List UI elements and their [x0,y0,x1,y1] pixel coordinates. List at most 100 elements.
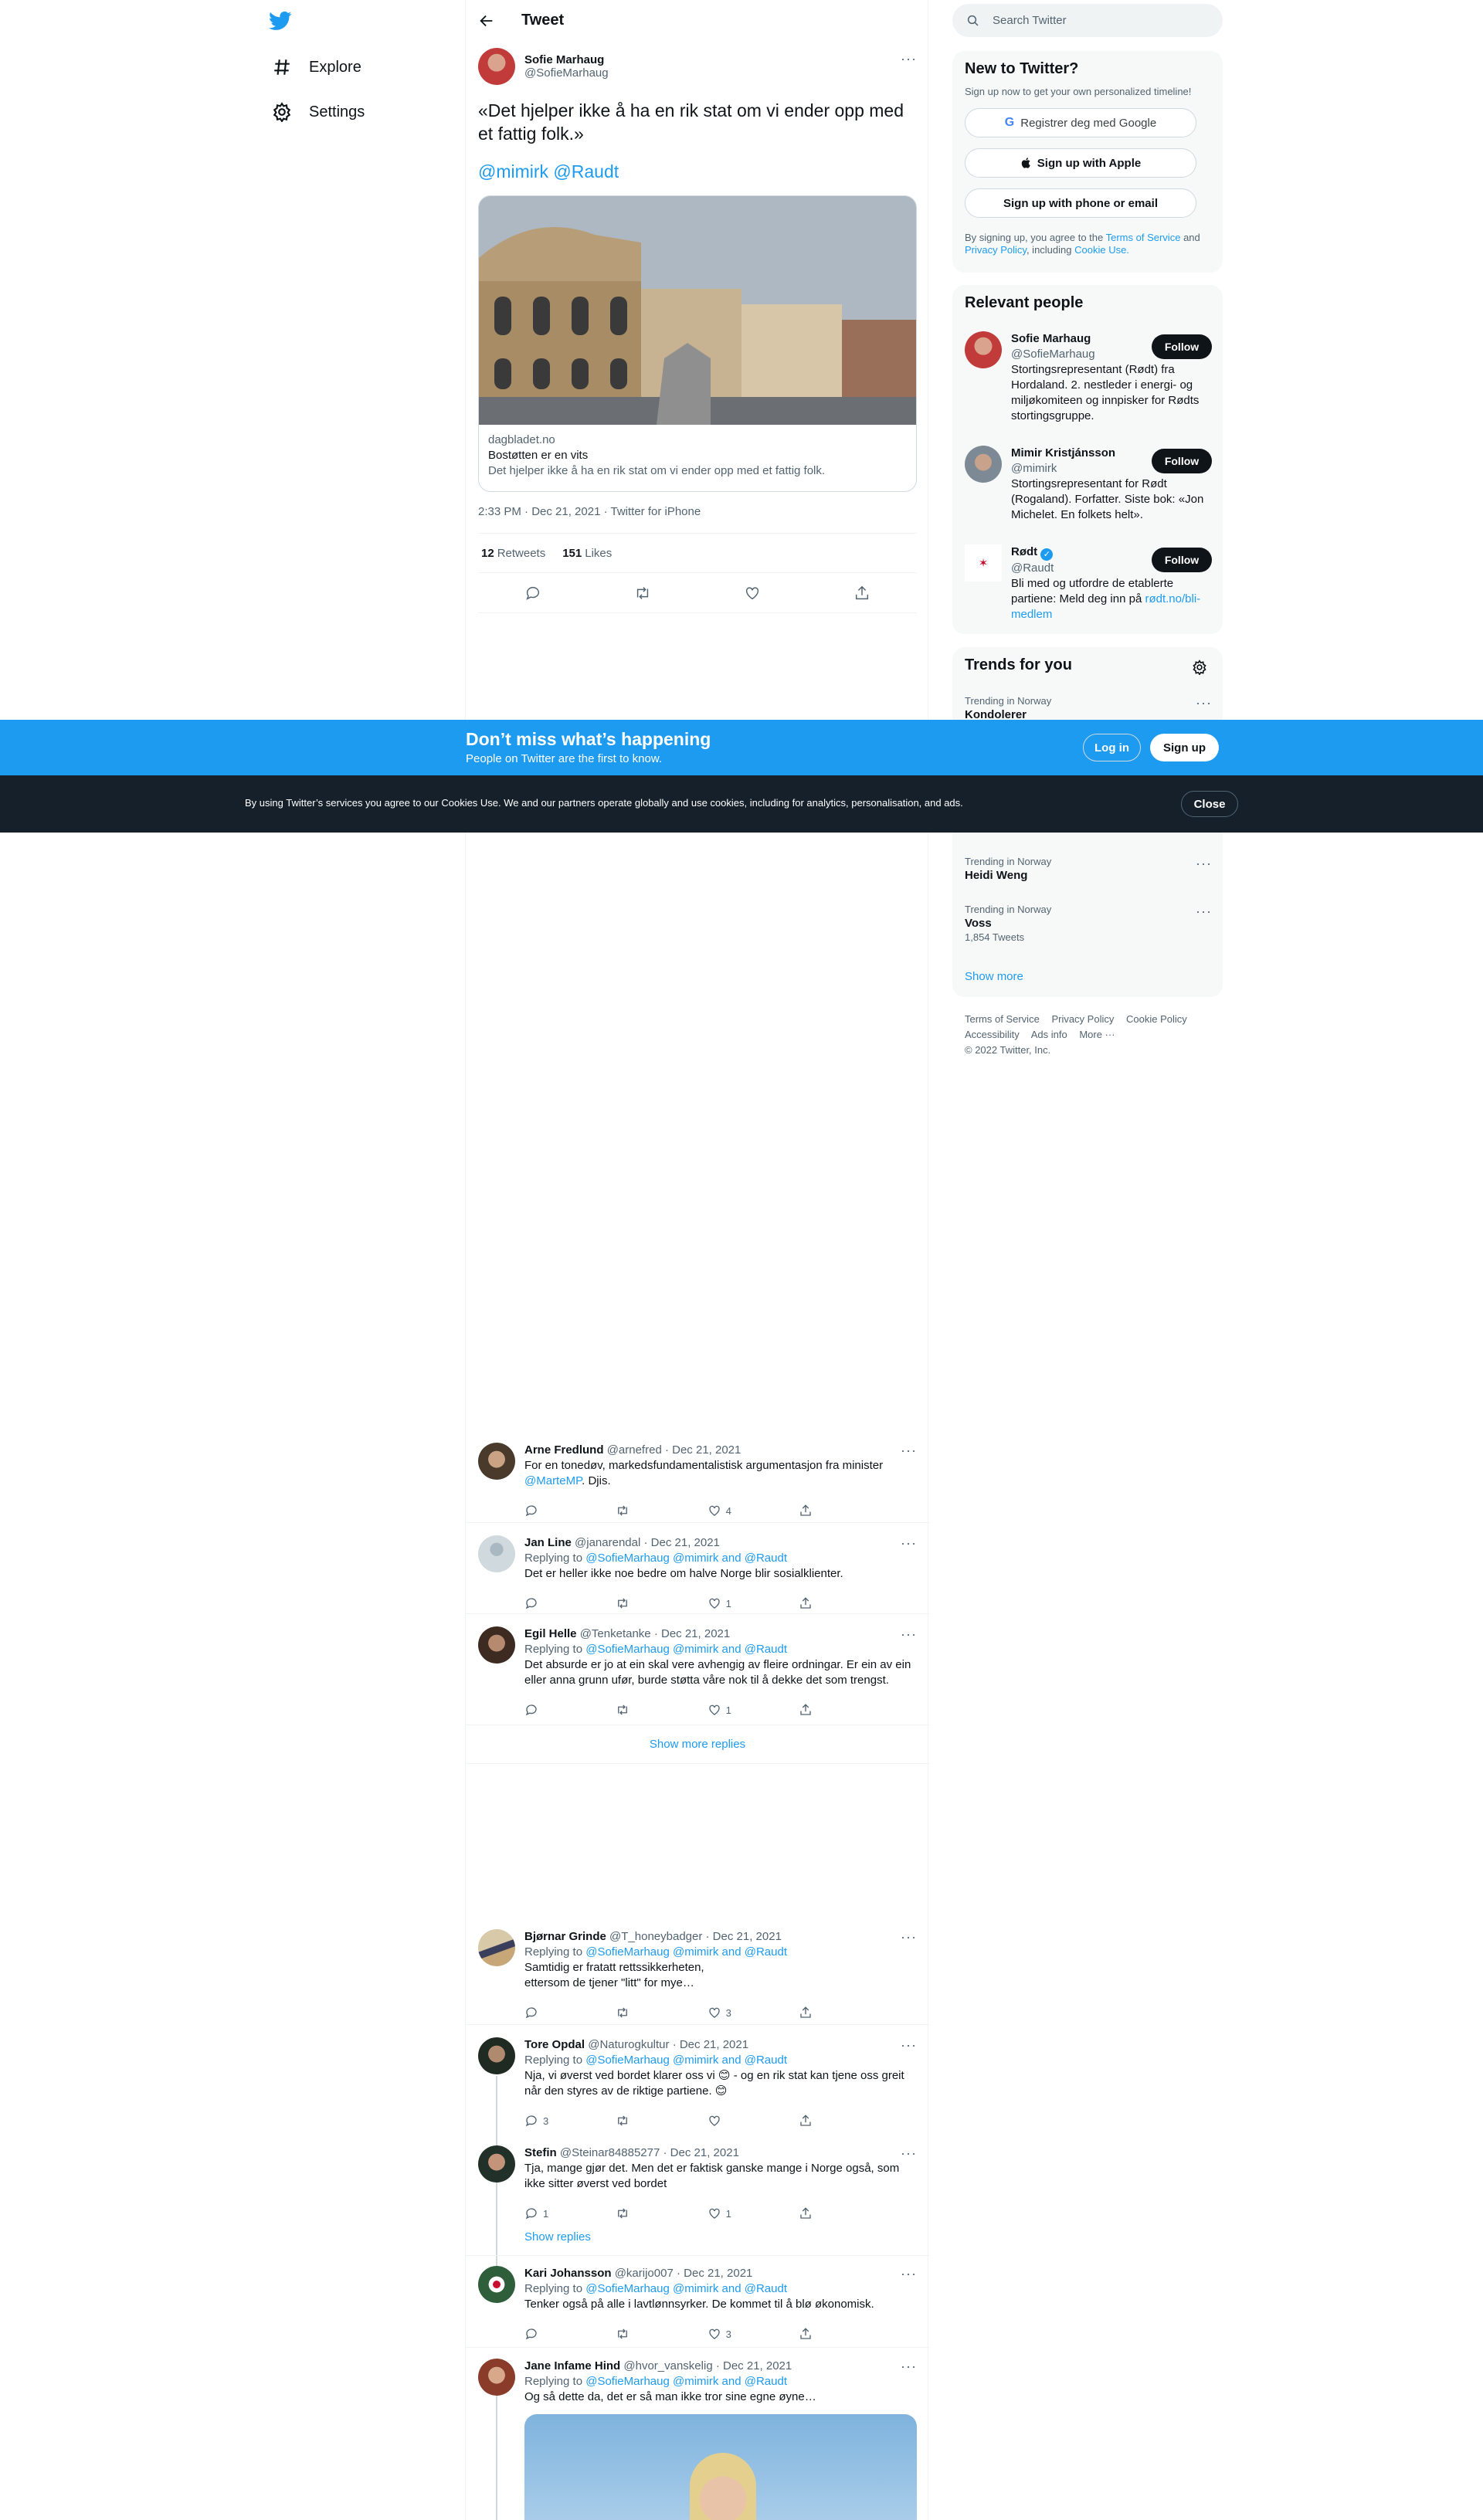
reply-author-handle[interactable]: @Naturogkultur [588,2038,669,2051]
more-icon[interactable]: ··· [901,2266,917,2282]
retweets-label[interactable]: Retweets [497,547,546,560]
rodt-logo-icon[interactable]: ✶ [965,544,1002,582]
reply-author-name[interactable]: Egil Helle [524,1627,577,1640]
reply-item[interactable]: Tore Opdal @Naturogkultur · Dec 21, 2021… [466,2028,929,2133]
reply-author-handle[interactable]: @karijo007 [615,2267,674,2280]
reply-author-name[interactable]: Bjørnar Grinde [524,1930,606,1943]
replying-to-links[interactable]: @SofieMarhaug @mimirk and @Raudt [585,1552,787,1565]
reply-button[interactable] [524,2322,579,2346]
reply-date[interactable]: · Dec 21, 2021 [665,1443,741,1457]
settings-gear-icon[interactable] [1192,660,1207,675]
apple-signup-button[interactable]: Sign up with Apple [965,148,1196,178]
reply-icon[interactable] [524,585,541,602]
more-icon[interactable]: ··· [901,2037,917,2054]
reply-item[interactable]: Kari Johansson @karijo007 · Dec 21, 2021… [466,2257,929,2348]
tweet-mentions[interactable]: @mimirk @Raudt [478,161,619,182]
footer-link[interactable]: Ads info [1031,1029,1067,1040]
reply-button[interactable] [524,1698,579,1722]
back-arrow-icon[interactable] [478,12,495,29]
reply-author-name[interactable]: Jane Infame Hind [524,2359,620,2372]
reply-media-image[interactable] [524,2414,917,2520]
reply-date[interactable]: · Dec 21, 2021 [644,1536,720,1549]
share-icon[interactable] [853,585,870,602]
reply-date[interactable]: · Dec 21, 2021 [663,2146,739,2159]
share-button[interactable] [799,2201,853,2226]
more-icon[interactable]: ··· [1196,695,1212,711]
author-handle[interactable]: @SofieMarhaug [524,66,609,80]
search-input[interactable]: Search Twitter [952,4,1223,37]
share-button[interactable] [799,2108,853,2133]
reply-item[interactable]: Jan Line @janarendal · Dec 21, 2021 Repl… [466,1526,929,1614]
retweets-count[interactable]: 12 [481,547,494,560]
reply-author-handle[interactable]: @Tenketanke [580,1627,651,1640]
follow-button[interactable]: Follow [1152,449,1212,473]
twitter-logo-icon[interactable] [269,9,292,32]
reply-author-handle[interactable]: @janarendal [575,1536,640,1549]
retweet-button[interactable] [616,2322,670,2346]
heart-icon[interactable] [744,585,761,602]
share-button[interactable] [799,1591,853,1616]
likes-label[interactable]: Likes [585,547,612,560]
reply-button[interactable] [524,1498,579,1523]
share-button[interactable] [799,1698,853,1722]
retweet-button[interactable] [616,1698,670,1722]
nav-explore[interactable]: Explore [272,56,361,79]
reply-button[interactable] [524,2000,579,2025]
reply-item[interactable]: Jane Infame Hind @hvor_vanskelig · Dec 2… [466,2349,929,2520]
follow-button[interactable]: Follow [1152,334,1212,359]
replying-to-links[interactable]: @SofieMarhaug @mimirk and @Raudt [585,1643,787,1656]
trend-item[interactable]: Trending in Norway Kondolerer ··· [965,695,1212,721]
person-item[interactable]: Mimir Kristjánsson @mimirk Stortingsrepr… [965,446,1212,523]
like-button[interactable]: 4 [708,1498,762,1523]
share-button[interactable] [799,2000,853,2025]
mention-link[interactable]: @MarteMP [524,1474,582,1487]
reply-date[interactable]: · Dec 21, 2021 [677,2267,752,2280]
trend-item[interactable]: Trending in Norway Heidi Weng ··· [965,856,1212,882]
avatar[interactable] [478,2037,515,2074]
footer-link[interactable]: Terms of Service [965,1013,1040,1025]
tweet-timestamp[interactable]: 2:33 PM · Dec 21, 2021 · Twitter for iPh… [478,505,701,518]
reply-author-handle[interactable]: @Steinar84885277 [560,2146,660,2159]
more-icon[interactable]: ··· [901,2359,917,2375]
avatar[interactable] [478,48,515,85]
more-icon[interactable]: ··· [901,2145,917,2162]
footer-link[interactable]: Privacy Policy [1051,1013,1114,1025]
reply-author-name[interactable]: Stefin [524,2146,557,2159]
like-button[interactable]: 1 [708,2201,762,2226]
avatar[interactable] [478,2359,515,2396]
nav-settings[interactable]: Settings [272,100,365,124]
footer-link[interactable]: Cookie Policy [1126,1013,1187,1025]
reply-date[interactable]: · Dec 21, 2021 [706,1930,782,1943]
person-name[interactable]: Rødt [1011,545,1037,558]
like-button[interactable]: 1 [708,1591,762,1616]
login-button[interactable]: Log in [1083,734,1141,761]
terms-of-service-link[interactable]: Terms of Service [1106,232,1181,243]
show-more-replies[interactable]: Show more replies [466,1725,929,1764]
like-button[interactable]: 3 [708,2322,762,2346]
retweet-button[interactable] [616,1498,670,1523]
replying-to-links[interactable]: @SofieMarhaug @mimirk and @Raudt [585,2282,787,2295]
footer-link[interactable]: More ··· [1079,1029,1115,1040]
phone-email-signup-button[interactable]: Sign up with phone or email [965,188,1196,218]
reply-button[interactable]: 1 [524,2201,579,2226]
avatar[interactable] [478,1929,515,1966]
retweet-button[interactable] [616,2108,670,2133]
trend-item[interactable]: Trending in Norway Voss 1,854 Tweets ··· [965,904,1212,943]
reply-button[interactable] [524,1591,579,1616]
reply-author-name[interactable]: Arne Fredlund [524,1443,604,1457]
google-signup-button[interactable]: G Registrer deg med Google [965,108,1196,137]
like-button[interactable]: 1 [708,1698,762,1722]
retweet-icon[interactable] [634,585,651,602]
reply-author-handle[interactable]: @hvor_vanskelig [623,2359,712,2372]
avatar[interactable] [965,446,1002,483]
reply-author-handle[interactable]: @T_honeybadger [609,1930,702,1943]
avatar[interactable] [965,331,1002,368]
avatar[interactable] [478,2266,515,2303]
reply-author-handle[interactable]: @arnefred [607,1443,662,1457]
footer-link[interactable]: Accessibility [965,1029,1020,1040]
reply-item[interactable]: Stefin @Steinar84885277 · Dec 21, 2021 T… [466,2136,929,2224]
replying-to-links[interactable]: @SofieMarhaug @mimirk and @Raudt [585,2054,787,2067]
reply-item[interactable]: Egil Helle @Tenketanke · Dec 21, 2021 Re… [466,1617,929,1725]
reply-date[interactable]: · Dec 21, 2021 [654,1627,730,1640]
like-button[interactable] [708,2108,762,2133]
